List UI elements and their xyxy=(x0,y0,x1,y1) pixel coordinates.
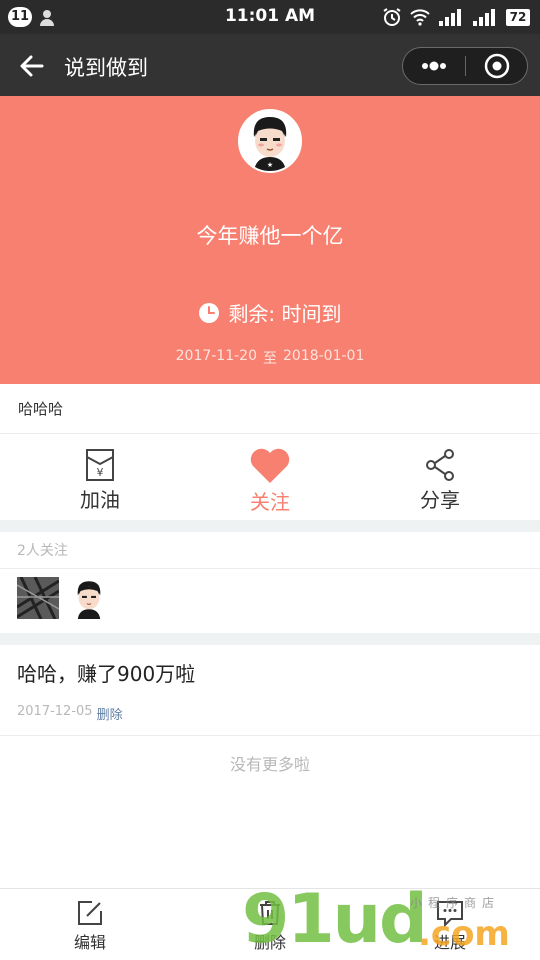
signal-icon xyxy=(439,9,461,26)
share-icon xyxy=(426,449,454,481)
cheer-button[interactable]: ¥ 加油 xyxy=(10,434,190,520)
mini-program-capsule xyxy=(402,47,528,85)
date-range: 2017-11-20 至 2018-01-01 xyxy=(0,348,540,368)
svg-text:★: ★ xyxy=(267,161,273,169)
follower-avatar[interactable] xyxy=(17,577,59,619)
progress-post-text: 哈哈，赚了900万啦 xyxy=(17,662,196,686)
progress-label: 进展 xyxy=(433,933,466,952)
divider xyxy=(0,735,540,736)
trash-icon xyxy=(260,901,280,925)
action-row: ¥ 加油 关注 分享 xyxy=(0,434,540,520)
follower-avatar[interactable] xyxy=(68,577,110,619)
back-arrow-icon[interactable] xyxy=(18,52,46,80)
share-label: 分享 xyxy=(420,488,460,512)
progress-tab[interactable]: 进展 xyxy=(360,889,540,960)
signal-icon-2 xyxy=(473,9,495,26)
status-right: 72 xyxy=(382,7,530,27)
svg-text:¥: ¥ xyxy=(97,466,104,479)
edit-icon xyxy=(78,901,102,925)
clock-icon xyxy=(199,302,220,323)
list-end-text: 没有更多啦 xyxy=(229,755,310,774)
battery-indicator: 72 xyxy=(506,8,530,26)
nav-bar: 说到做到 xyxy=(0,34,540,96)
follow-label: 关注 xyxy=(250,490,290,514)
alarm-icon xyxy=(383,8,401,26)
cartoon-avatar-image: ★ xyxy=(240,111,300,171)
edit-label: 编辑 xyxy=(73,933,106,952)
section-gap xyxy=(0,633,540,645)
cartoon-avatar-image xyxy=(68,577,110,619)
remaining-label: 剩余: 时间到 xyxy=(228,302,342,326)
section-gap xyxy=(0,520,540,532)
start-date: 2017-11-20 xyxy=(175,348,257,364)
more-dots-icon[interactable] xyxy=(403,48,465,84)
heart-icon xyxy=(250,448,290,483)
delete-tab[interactable]: 删除 xyxy=(180,889,360,960)
post-date: 2017-12-05 xyxy=(17,704,93,719)
wifi-icon xyxy=(410,9,430,26)
share-button[interactable]: 分享 xyxy=(350,434,530,520)
date-separator: 至 xyxy=(263,351,277,367)
goal-title: 今年赚他一个亿 xyxy=(196,224,344,248)
follow-button[interactable]: 关注 xyxy=(180,434,360,520)
post-meta: 2017-12-05 删除 xyxy=(17,704,123,723)
edit-tab[interactable]: 编辑 xyxy=(0,889,180,960)
status-bar: 11 11:01 AM 72 xyxy=(0,0,540,34)
followers-count: 2人关注 xyxy=(17,543,68,559)
owner-avatar[interactable]: ★ xyxy=(238,109,302,173)
goal-description: 哈哈哈 xyxy=(18,400,64,418)
page-title: 说到做到 xyxy=(64,56,148,80)
remaining-time: 剩余: 时间到 xyxy=(0,298,540,327)
follower-photo-image xyxy=(17,577,59,619)
close-circle-icon[interactable] xyxy=(466,48,528,84)
end-date: 2018-01-01 xyxy=(283,348,365,364)
bottom-toolbar: 编辑 删除 进展 xyxy=(0,888,540,960)
delete-label: 删除 xyxy=(253,933,286,952)
goal-header: ★ 今年赚他一个亿 剩余: 时间到 2017-11-20 至 2018-01-0… xyxy=(0,96,540,384)
divider xyxy=(0,568,540,569)
cheer-label: 加油 xyxy=(80,488,120,512)
cheer-card-icon: ¥ xyxy=(86,449,114,481)
progress-chat-icon xyxy=(437,901,463,927)
post-delete-link[interactable]: 删除 xyxy=(97,704,123,723)
